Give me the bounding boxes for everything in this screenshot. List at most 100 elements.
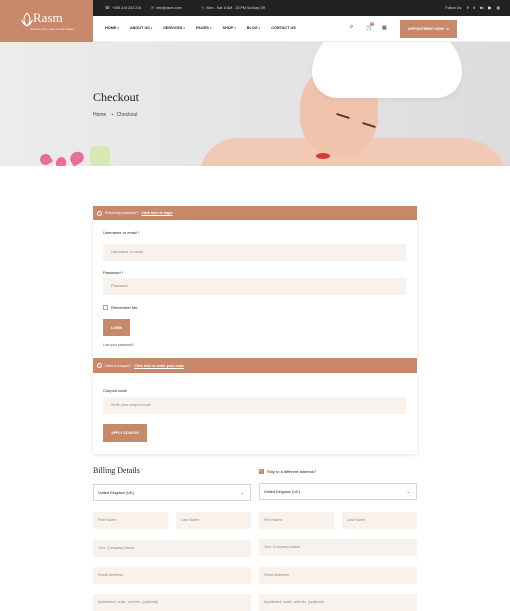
billing-apartment-input[interactable]: Apartment, suite, unit etc. (optional) <box>93 594 251 611</box>
nav-item-contact[interactable]: CONTACT US <box>271 26 296 30</box>
twitter-icon[interactable]: t <box>474 5 475 10</box>
chevron-down-icon: ▾ <box>258 26 261 30</box>
login-toggle-link[interactable]: Click here to login <box>141 211 172 215</box>
lotus-logo-icon <box>21 12 33 27</box>
spa-model-towel <box>312 42 462 98</box>
nav-item-label: ABOUT US <box>129 26 150 30</box>
nav-item-about[interactable]: ABOUT US▾ <box>130 26 152 30</box>
appointment-label: APPOINTMENT NOW <box>408 27 444 31</box>
checkbox-checked-icon[interactable]: ✓ <box>259 469 264 474</box>
chevron-down-icon: ▾ <box>117 26 119 30</box>
phone-info[interactable]: ☎ +256 214 203 215 <box>105 5 141 10</box>
billing-street-input[interactable]: Street Address <box>93 567 251 584</box>
info-icon: ! <box>97 210 102 216</box>
email-text: info@rasm.com <box>156 5 182 10</box>
social-links: Follow Us: f t in ▶ ◎ <box>445 5 500 10</box>
billing-country-value: United Kingdom (UK) <box>98 491 134 495</box>
shipping-first-name-input[interactable]: First Name <box>259 512 334 529</box>
nav-item-services[interactable]: SERVICES▾ <box>163 26 185 30</box>
page-title: Checkout <box>93 90 139 104</box>
password-input[interactable]: Password <box>103 278 406 295</box>
candle-decoration <box>90 146 110 166</box>
coupon-label: Coupon code <box>103 388 127 393</box>
billing-company-input[interactable]: Your Company Name <box>93 540 251 557</box>
nav-menu: HOME▾ ABOUT US▾ SERVICES▾ PAGES▾ SHOP▾ B… <box>105 26 296 30</box>
arrow-right-icon: ➜ <box>445 27 449 31</box>
lotus-petal <box>37 151 54 166</box>
brand-tagline: Beauty Spa Care & Nail Salon <box>31 27 74 31</box>
mail-icon: ✉ <box>151 5 155 10</box>
search-icon[interactable]: ⌕ <box>350 24 353 31</box>
nav-item-blog[interactable]: BLOG▾ <box>247 26 260 30</box>
login-notice-section: ! Returning customer? Click here to logi… <box>93 206 417 358</box>
chevron-down-icon: ⌄ <box>240 490 244 495</box>
shipping-street-input[interactable]: Street Address <box>259 567 417 584</box>
nav-item-home[interactable]: HOME▾ <box>105 26 119 30</box>
chevron-down-icon: ▾ <box>234 26 236 30</box>
nav-item-shop[interactable]: SHOP▾ <box>222 26 235 30</box>
arrow-right-icon: ➝ <box>109 112 114 118</box>
breadcrumb-current: Checkout <box>116 112 138 118</box>
shipping-apartment-input[interactable]: Apartment, suite, unit etc. (optional) <box>259 594 417 611</box>
nav-item-pages[interactable]: PAGES▾ <box>196 26 212 30</box>
nav-item-label: SERVICES <box>163 26 183 30</box>
billing-first-name-input[interactable]: First Name <box>93 512 168 529</box>
login-notice-text: Returning customer? <box>105 211 139 215</box>
shipping-country-value: United Kingdom (UK) <box>264 490 300 494</box>
coupon-form: Coupon code Write your coupon code APPLY… <box>93 373 417 454</box>
top-bar: ☎ +256 214 203 215 ✉ info@rasm.com ◷ Mon… <box>93 0 510 16</box>
chevron-down-icon: ▾ <box>183 26 185 30</box>
chevron-down-icon: ▾ <box>209 26 212 30</box>
site-logo[interactable]: Rasm Beauty Spa Care & Nail Salon <box>0 0 93 42</box>
coupon-notice: ! Have a coupon? Click here to enter you… <box>93 358 417 373</box>
follow-label: Follow Us: <box>445 5 463 10</box>
coupon-input[interactable]: Write your coupon code <box>103 397 406 414</box>
billing-country-select[interactable]: United Kingdom (UK) ⌄ <box>93 484 251 501</box>
page-hero: Checkout Home ➝ Checkout <box>0 42 510 166</box>
ship-different-toggle[interactable]: ✓ Ship to a different address? <box>259 469 316 474</box>
brand-name: Rasm <box>33 10 63 25</box>
shipping-last-name-input[interactable]: Last Name <box>342 512 417 529</box>
phone-icon: ☎ <box>105 5 110 10</box>
facebook-icon[interactable]: f <box>467 5 468 10</box>
login-form: Username or email * Username or email Pa… <box>93 220 417 358</box>
username-input[interactable]: Username or email <box>103 244 406 261</box>
password-label: Password * <box>103 270 124 275</box>
nav-item-label: BLOG <box>246 26 258 30</box>
billing-title: Billing Details <box>93 466 140 475</box>
remember-me-checkbox[interactable] <box>103 305 108 310</box>
instagram-icon[interactable]: ◎ <box>497 5 501 10</box>
linkedin-icon[interactable]: in <box>480 5 484 10</box>
coupon-toggle-link[interactable]: Click here to enter your code <box>134 364 184 368</box>
youtube-icon[interactable]: ▶ <box>488 5 491 10</box>
shipping-country-select[interactable]: United Kingdom (UK) ⌄ <box>259 483 417 500</box>
chevron-down-icon: ⌄ <box>406 489 410 494</box>
main-nav: HOME▾ ABOUT US▾ SERVICES▾ PAGES▾ SHOP▾ B… <box>93 16 510 42</box>
login-button[interactable]: LOGIN <box>103 319 130 336</box>
chevron-down-icon: ▾ <box>150 26 153 30</box>
coupon-notice-text: Have a coupon? <box>105 363 132 368</box>
cart-count-badge: 0 <box>370 22 374 26</box>
email-info[interactable]: ✉ info@rasm.com <box>151 5 182 10</box>
phone-text: +256 214 203 215 <box>111 5 142 10</box>
grid-menu-icon[interactable]: ▦ <box>382 25 387 31</box>
coupon-notice-section: ! Have a coupon? Click here to enter you… <box>93 358 417 454</box>
apply-coupon-button[interactable]: APPLY COUPON <box>103 424 147 442</box>
breadcrumb: Home ➝ Checkout <box>93 112 138 118</box>
nav-item-label: HOME <box>105 26 117 30</box>
lotus-petal <box>54 155 68 166</box>
hours-text: Mon - Sat: 8 AM - 15 PM Sunday Off <box>206 5 265 10</box>
ship-different-label: Ship to a different address? <box>267 469 316 474</box>
nav-item-label: PAGES <box>195 26 209 30</box>
clock-icon: ◷ <box>201 5 205 10</box>
spa-model-lips <box>316 153 330 159</box>
shipping-company-input[interactable]: Your Company Name <box>259 539 417 556</box>
nav-item-label: SHOP <box>222 26 234 30</box>
appointment-button[interactable]: APPOINTMENT NOW ➜ <box>400 20 457 38</box>
billing-last-name-input[interactable]: Last Name <box>176 512 251 529</box>
hours-info: ◷ Mon - Sat: 8 AM - 15 PM Sunday Off <box>201 5 265 10</box>
breadcrumb-home[interactable]: Home <box>93 112 106 118</box>
lotus-petal <box>67 149 87 166</box>
lost-password-link[interactable]: Lost your password? <box>103 343 134 347</box>
login-notice: ! Returning customer? Click here to logi… <box>93 206 417 220</box>
